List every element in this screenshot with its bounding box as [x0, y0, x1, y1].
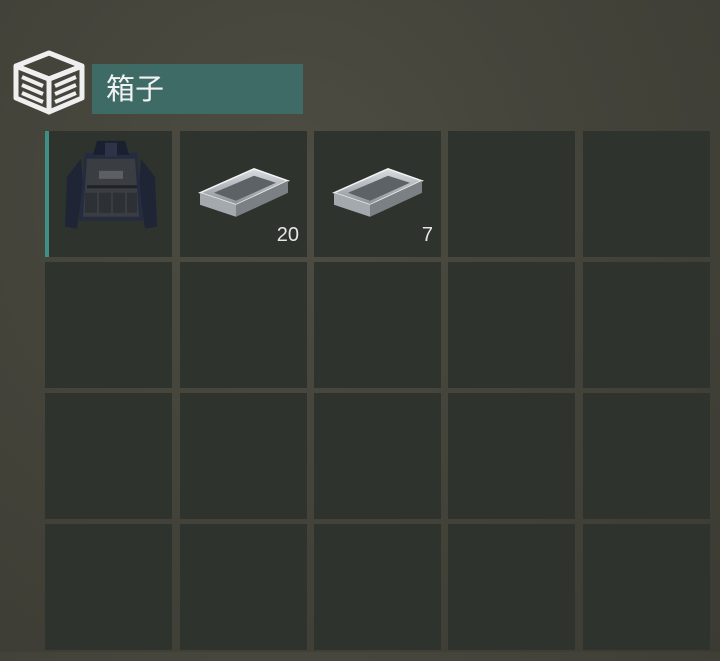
inventory-slot[interactable]	[180, 524, 307, 650]
inventory-slot[interactable]	[45, 393, 172, 519]
inventory-slot[interactable]: 20	[180, 131, 307, 257]
inventory-slot[interactable]	[314, 524, 441, 650]
inventory-slot[interactable]	[45, 524, 172, 650]
box-icon	[13, 50, 85, 115]
inventory-slot[interactable]	[583, 131, 710, 257]
inventory-grid: 20 7	[45, 131, 720, 661]
inventory-slot[interactable]	[45, 131, 172, 257]
metal-ingot-icon	[197, 167, 290, 217]
inventory-slot[interactable]	[583, 262, 710, 388]
inventory-slot[interactable]	[45, 262, 172, 388]
item-count: 7	[421, 224, 433, 246]
inventory-slot[interactable]	[180, 393, 307, 519]
item-count: 20	[276, 224, 299, 246]
inventory-slot[interactable]: 7	[314, 131, 441, 257]
container-title: 箱子	[92, 64, 303, 114]
inventory-slot[interactable]	[180, 262, 307, 388]
container-header: 箱子	[12, 50, 312, 120]
inventory-slot[interactable]	[448, 262, 575, 388]
inventory-slot[interactable]	[448, 393, 575, 519]
police-vest-icon	[64, 140, 157, 229]
inventory-slot[interactable]	[583, 524, 710, 650]
inventory-slot[interactable]	[448, 131, 575, 257]
inventory-slot[interactable]	[314, 393, 441, 519]
inventory-slot[interactable]	[448, 524, 575, 650]
metal-ingot-icon	[331, 167, 424, 217]
inventory-slot[interactable]	[314, 262, 441, 388]
inventory-slot[interactable]	[583, 393, 710, 519]
